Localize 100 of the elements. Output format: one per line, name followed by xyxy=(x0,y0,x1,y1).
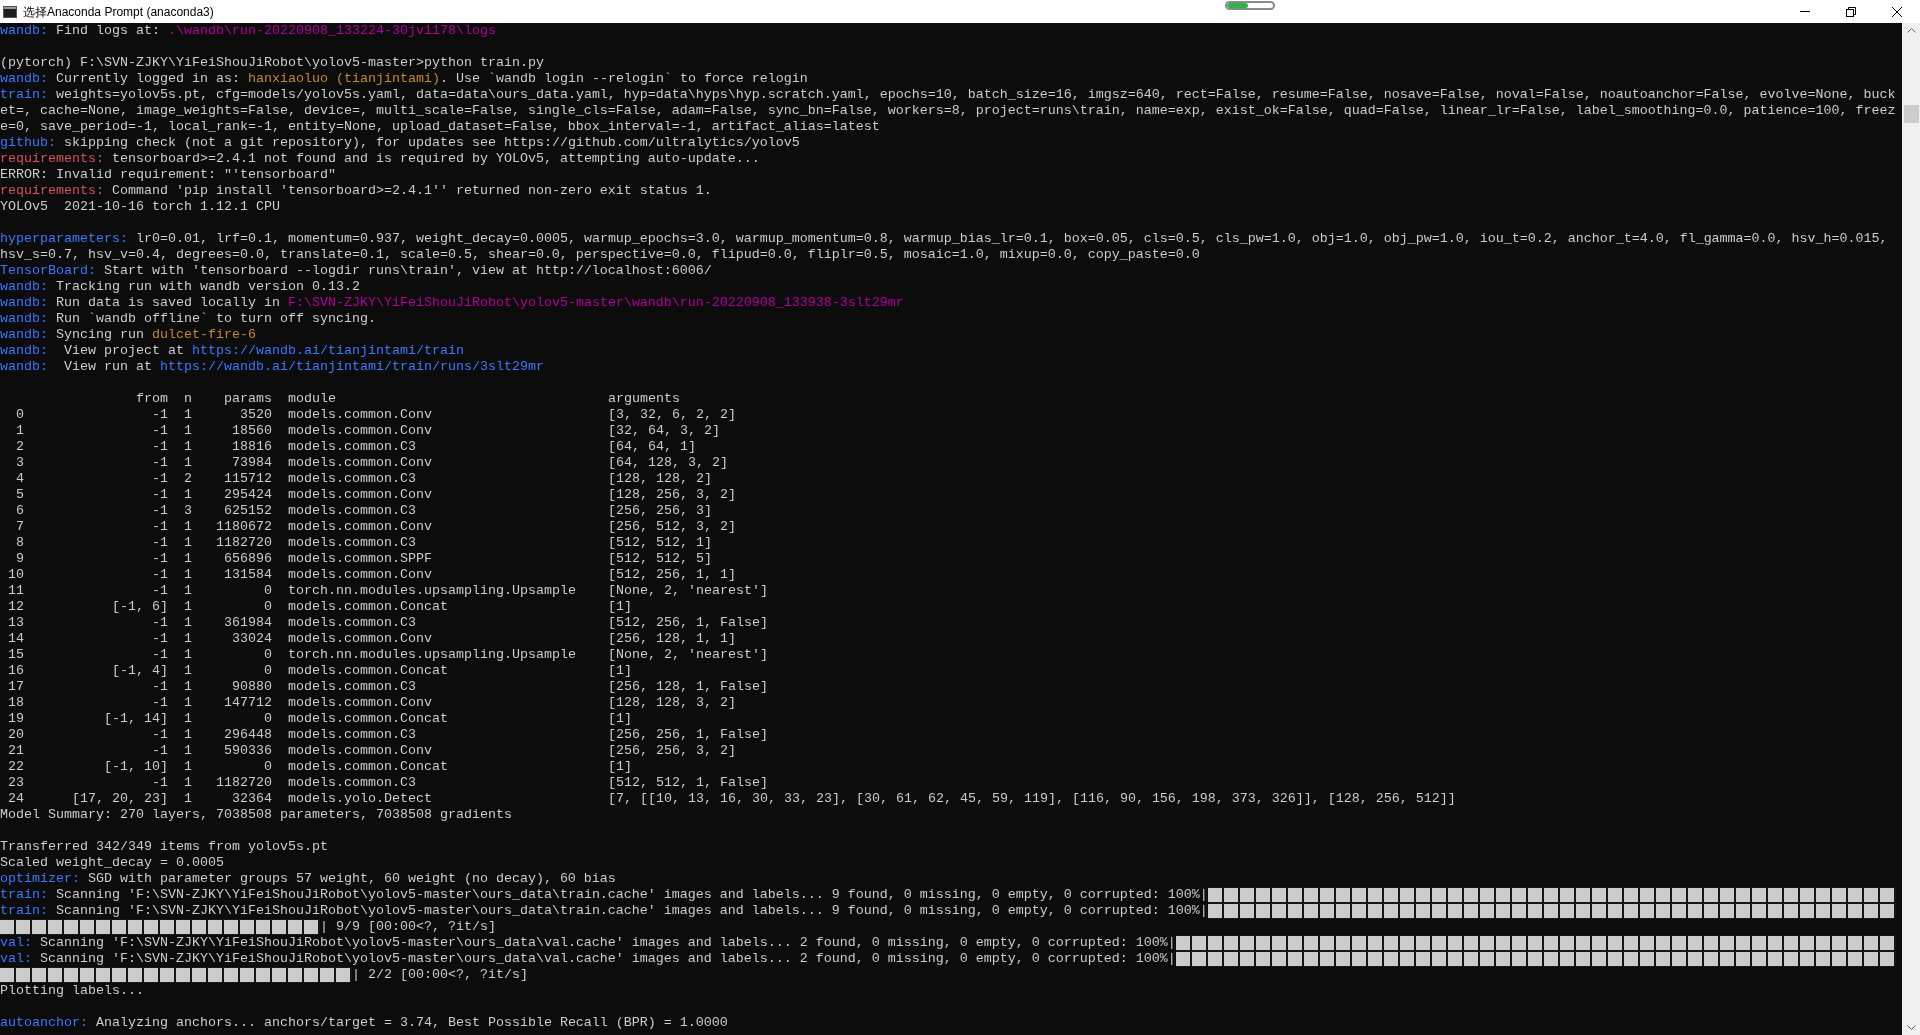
table-cell-text: -1 xyxy=(151,727,168,743)
table-cell: [128, 256, 3, 2] xyxy=(608,487,736,503)
table-cell-text: 1180672 xyxy=(215,519,272,535)
table-cell-text: 0 xyxy=(263,663,272,679)
table-cell-text: 1 xyxy=(183,711,192,727)
table-cell-text: 1182720 xyxy=(215,775,272,791)
table-cell-text: -1 xyxy=(151,567,168,583)
table-cell-text: 0 xyxy=(263,647,272,663)
console-line: wandb: Run data is saved locally in F:\SVN-ZJKY\YiFeiShouJiRobot\yolov5-master\wandb\run-20220908_133938-3slt29mr xyxy=(0,295,904,311)
console-line: requirements: Command 'pip install 'tensorboard>=2.4.1'' returned non-zero exit status 1. xyxy=(0,183,712,199)
table-cell-text: 1 xyxy=(183,439,192,455)
link[interactable]: https://wandb.ai/tianjintami/train xyxy=(191,343,464,358)
console-line: ERROR: Invalid requirement: "'tensorboard" xyxy=(0,167,336,183)
table-cell-text: -1 xyxy=(151,551,168,567)
console-line: github: skipping check (not a git repository), for updates see https://github.com/ultralytics/yolov5 xyxy=(0,135,800,151)
table-cell-text: torch.nn.modules.upsampling.Upsample xyxy=(288,647,577,663)
table-cell-text: 15 xyxy=(7,647,24,663)
table-cell-text: 1 xyxy=(183,583,192,599)
console-line: wandb: Syncing run dulcet-fire-6 xyxy=(0,327,256,343)
console-line: wandb: Run `wandb offline` to turn off syncing. xyxy=(0,311,376,327)
table-cell-text: 10 xyxy=(7,567,24,583)
table-cell-text: 1 xyxy=(183,407,192,423)
table-cell-text: -1 xyxy=(151,631,168,647)
table-cell-text: models.common.Conv xyxy=(288,455,433,471)
table-cell: [7, [[10, 13, 16, 30, 33, 23], [30, 61, 62, 45, 59, 119], [116, 90, 156, 198, 373, 326]], [128, 256, 512]] xyxy=(608,791,1456,807)
table-cell-text: 147712 xyxy=(223,695,272,711)
table-cell: [None, 2, 'nearest'] xyxy=(608,647,768,663)
table-cell-text: -1 xyxy=(151,503,168,519)
table-cell-text: 18 xyxy=(7,695,24,711)
table-cell-text: 295424 xyxy=(223,487,272,503)
console-line: train: weights=yolov5s.pt, cfg=models/yolov5s.yaml, data=data\ours_data.yaml, hyp=data\hyps\hyp.scratch.yaml, epochs=10, batch_size=16, imgsz=640, rect=False, resume=False, nosave=False, noval=False, noautoanchor=False, evolve=None, buck xyxy=(0,87,1896,103)
console-line: (pytorch) F:\SVN-ZJKY\YiFeiShouJiRobot\yolov5-master>python train.py xyxy=(0,55,544,71)
table-cell-text: 33024 xyxy=(231,631,272,647)
table-cell-text: -1 xyxy=(151,519,168,535)
table-cell-text: 625152 xyxy=(223,503,272,519)
column-header: params xyxy=(223,391,272,407)
table-cell: [64, 64, 1] xyxy=(608,439,696,455)
table-cell-text: models.common.Conv xyxy=(288,407,433,423)
table-cell-text: 1 xyxy=(183,647,192,663)
table-cell-text: 1 xyxy=(183,487,192,503)
console-line: hsv_s=0.7, hsv_v=0.4, degrees=0.0, translate=0.1, scale=0.5, shear=0.0, perspective=0.0, flipud=0.0, fliplr=0.5, mosaic=1.0, mixup=0.0, copy_paste=0.0 xyxy=(0,247,1200,263)
table-cell: [1] xyxy=(608,711,632,727)
table-cell: [512, 256, 1, False] xyxy=(608,615,768,631)
console-line: wandb: View run at https://wandb.ai/tianjintami/train/runs/3slt29mr xyxy=(0,359,544,375)
table-cell: [256, 128, 1, 1] xyxy=(608,631,736,647)
table-cell-text: models.common.Conv xyxy=(288,487,433,503)
table-cell-text: -1 xyxy=(151,743,168,759)
table-cell: [64, 128, 3, 2] xyxy=(608,455,728,471)
table-cell-text: models.common.Conv xyxy=(288,423,433,439)
capture-indicator[interactable] xyxy=(1225,1,1275,10)
scroll-up-icon[interactable] xyxy=(1906,28,1916,33)
table-cell: [None, 2, 'nearest'] xyxy=(608,583,768,599)
table-cell-text: 21 xyxy=(7,743,24,759)
table-cell-text: 3 xyxy=(183,503,192,519)
table-cell-text: 1 xyxy=(183,791,192,807)
table-cell-text: 9 xyxy=(15,551,24,567)
console-line: val: Scanning 'F:\SVN-ZJKY\YiFeiShouJiRobot\yolov5-master\ours_data\val.cache' images and labels... 2 found, 0 missing, 0 empty, 0 corrupted: 100%| xyxy=(0,951,1176,967)
table-cell: [512, 512, 5] xyxy=(608,551,712,567)
table-cell-text: 32364 xyxy=(231,791,272,807)
table-cell-text: -1 xyxy=(151,535,168,551)
console-line: requirements: tensorboard>=2.4.1 not found and is required by YOLOv5, attempting auto-update... xyxy=(0,151,760,167)
table-cell-text: 1 xyxy=(183,679,192,695)
table-cell-text: models.common.Conv xyxy=(288,519,433,535)
table-cell: [128, 128, 3, 2] xyxy=(608,695,736,711)
console-line: Transferred 342/349 items from yolov5s.pt xyxy=(0,839,328,855)
table-cell-text: 115712 xyxy=(223,471,272,487)
console-line: et=, cache=None, image_weights=False, device=, multi_scale=False, single_cls=False, adam=False, sync_bn=False, workers=8, project=runs\train, name=exp, exist_ok=False, quad=False, linear_lr=False, label_smoothing=0.0, patience=100, freez xyxy=(0,103,1896,119)
table-cell-text: 1 xyxy=(183,535,192,551)
table-cell: [256, 512, 3, 2] xyxy=(608,519,736,535)
table-cell-text: [17, 20, 23] xyxy=(71,791,168,807)
table-cell-text: 656896 xyxy=(223,551,272,567)
restore-icon xyxy=(1846,6,1856,17)
column-header: arguments xyxy=(608,391,680,407)
console-icon xyxy=(3,5,17,18)
table-cell-text: [-1, 4] xyxy=(111,663,168,679)
table-cell-text: 4 xyxy=(15,471,24,487)
table-cell-text: models.common.Conv xyxy=(288,631,433,647)
table-cell-text: torch.nn.modules.upsampling.Upsample xyxy=(288,583,577,599)
table-cell-text: models.common.SPPF xyxy=(288,551,433,567)
close-icon xyxy=(1892,6,1902,17)
table-cell: [512, 512, 1, False] xyxy=(608,775,768,791)
table-cell-text: models.yolo.Detect xyxy=(288,791,433,807)
table-cell-text: 11 xyxy=(7,583,24,599)
table-cell-text: 1 xyxy=(183,599,192,615)
link[interactable]: https://wandb.ai/tianjintami/train/runs/3slt29mr xyxy=(160,359,544,374)
scrollbar[interactable] xyxy=(1902,23,1920,1035)
table-cell-text: 1 xyxy=(183,551,192,567)
scroll-down-icon[interactable] xyxy=(1906,1025,1916,1030)
table-cell-text: -1 xyxy=(151,487,168,503)
column-header: from xyxy=(135,391,168,407)
table-cell-text: models.common.C3 xyxy=(288,679,417,695)
table-cell-text: 1 xyxy=(183,423,192,439)
column-header: n xyxy=(183,391,192,407)
table-cell: [256, 256, 3] xyxy=(608,503,712,519)
table-cell-text: -1 xyxy=(151,455,168,471)
table-cell-text: 1 xyxy=(183,743,192,759)
scrollbar-thumb[interactable] xyxy=(1903,105,1919,123)
table-cell-text: 131584 xyxy=(223,567,272,583)
console-line: Model Summary: 270 layers, 7038508 parameters, 7038508 gradients xyxy=(0,807,512,823)
table-cell: [256, 128, 1, False] xyxy=(608,679,768,695)
